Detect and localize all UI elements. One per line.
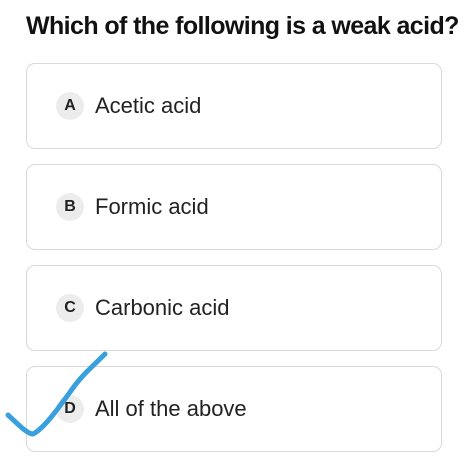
- option-d[interactable]: D All of the above: [26, 366, 442, 452]
- option-label: All of the above: [95, 396, 247, 421]
- option-letter-badge: B: [56, 193, 84, 221]
- option-c[interactable]: C Carbonic acid: [26, 265, 442, 351]
- option-letter-badge: C: [56, 294, 84, 322]
- option-letter-badge: A: [56, 92, 84, 120]
- option-label: Carbonic acid: [95, 295, 230, 320]
- option-b[interactable]: B Formic acid: [26, 164, 442, 250]
- option-label: Acetic acid: [95, 93, 202, 118]
- answer-options: A Acetic acid B Formic acid C Carbonic a…: [26, 63, 442, 467]
- question-title: Which of the following is a weak acid?: [26, 12, 459, 40]
- option-label: Formic acid: [95, 194, 209, 219]
- option-letter-badge: D: [56, 395, 84, 423]
- option-a[interactable]: A Acetic acid: [26, 63, 442, 149]
